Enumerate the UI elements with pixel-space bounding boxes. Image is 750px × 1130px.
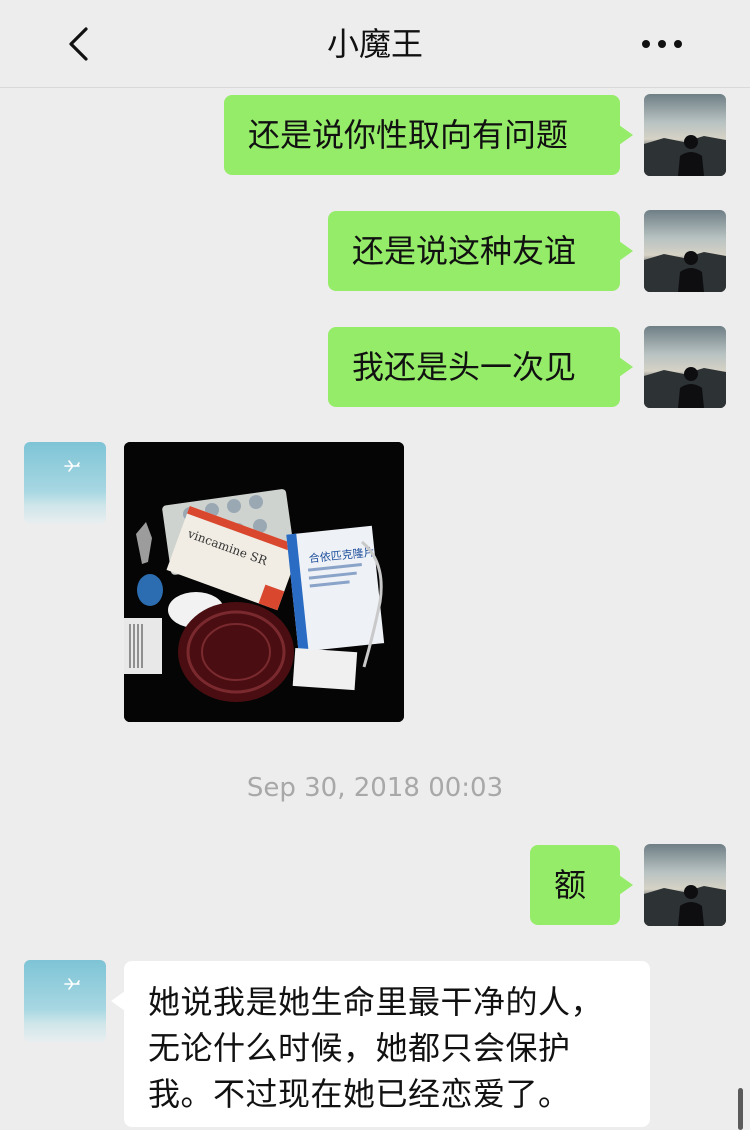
scrollbar[interactable]	[738, 1088, 743, 1130]
message-text: 还是说你性取向有问题	[248, 116, 569, 154]
message-bubble-sent[interactable]: 额	[530, 845, 633, 925]
avatar-self-image	[644, 326, 726, 408]
image-message[interactable]: vincamine SR 合依匹克隆片	[124, 442, 404, 722]
avatar-self[interactable]	[644, 210, 726, 292]
chat-header: 小魔王	[0, 0, 750, 88]
avatar-friend[interactable]	[24, 960, 106, 1042]
more-button[interactable]	[636, 24, 688, 64]
avatar-self[interactable]	[644, 844, 726, 926]
bubble-tail	[619, 241, 633, 261]
message-text: 额	[554, 866, 587, 904]
message-bubble-sent[interactable]: 还是说这种友谊	[328, 211, 633, 291]
avatar-self[interactable]	[644, 326, 726, 408]
message-text: 我还是头一次见	[352, 348, 577, 386]
message-bubble-sent[interactable]: 还是说你性取向有问题	[224, 95, 633, 175]
avatar-self-image	[644, 94, 726, 176]
avatar-friend-image	[24, 442, 106, 524]
message-text: 还是说这种友谊	[352, 232, 577, 270]
bubble-tail	[619, 125, 633, 145]
avatar-self[interactable]	[644, 94, 726, 176]
message-text: 她说我是她生命里最干净的人，无论什么时候，她都只会保护我。不过现在她已经恋爱了。	[148, 983, 604, 1113]
bubble-tail	[619, 357, 633, 377]
avatar-self-image	[644, 210, 726, 292]
more-dots-icon	[642, 40, 682, 48]
message-bubble-received[interactable]: 她说我是她生命里最干净的人，无论什么时候，她都只会保护我。不过现在她已经恋爱了。	[111, 961, 650, 1127]
bubble-tail	[111, 991, 125, 1011]
avatar-friend[interactable]	[24, 442, 106, 524]
avatar-friend-image	[24, 960, 106, 1042]
message-bubble-sent[interactable]: 我还是头一次见	[328, 327, 633, 407]
avatar-self-image	[644, 844, 726, 926]
bubble-tail	[619, 875, 633, 895]
timestamp: Sep 30, 2018 00:03	[246, 773, 504, 803]
medicine-photo: vincamine SR 合依匹克隆片	[124, 442, 404, 722]
